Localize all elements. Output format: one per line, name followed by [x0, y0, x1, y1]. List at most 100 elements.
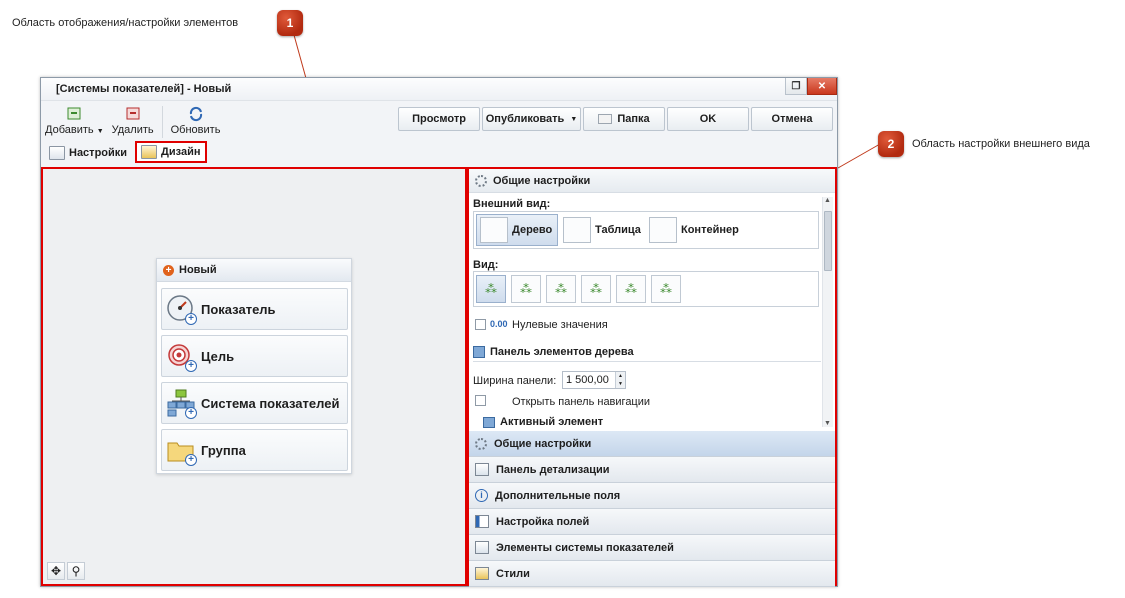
- main-window: [Системы показателей] - Новый ❐ ✕ Добави…: [40, 77, 838, 587]
- publish-button[interactable]: Опубликовать ▼: [482, 107, 581, 131]
- view-label: Вид:: [473, 259, 499, 271]
- accordion-extra-fields-label: Дополнительные поля: [495, 489, 621, 502]
- tab-bar: Настройки Дизайн: [41, 141, 837, 163]
- panel-width-stepper[interactable]: ▲ ▼: [615, 372, 625, 388]
- tree-right-icon: ⁂: [590, 282, 602, 296]
- new-scorecard-button[interactable]: + Система показателей: [161, 382, 348, 424]
- window-title: [Системы показателей] - Новый: [56, 83, 232, 95]
- accordion-styles[interactable]: Стили: [469, 561, 835, 587]
- layout-tree-up-button[interactable]: ⁂: [511, 275, 541, 303]
- zero-values-icon: 0.00: [490, 319, 508, 329]
- tree-left-icon: ⁂: [555, 282, 567, 296]
- zero-values-label: Нулевые значения: [512, 319, 608, 331]
- accordion-general-settings-label: Общие настройки: [494, 437, 592, 450]
- accordion-detail-panel[interactable]: Панель детализации: [469, 457, 835, 483]
- new-icon: +: [163, 264, 174, 276]
- publish-dropdown-icon: ▼: [570, 115, 578, 123]
- settings-scrollbar[interactable]: ▲ ▼: [822, 197, 833, 427]
- appearance-label: Внешний вид:: [473, 198, 551, 210]
- list-icon: [475, 541, 489, 554]
- open-nav-checkbox[interactable]: [475, 395, 486, 406]
- move-icon[interactable]: ✥: [47, 562, 65, 580]
- restore-button[interactable]: ❐: [785, 78, 807, 95]
- delete-label: Удалить: [111, 124, 154, 136]
- appearance-table-label: Таблица: [595, 224, 641, 236]
- new-group-button[interactable]: + Группа: [161, 429, 348, 471]
- zoom-icon[interactable]: ⚲: [67, 562, 85, 580]
- plus-badge-icon: +: [185, 407, 197, 419]
- spin-down-icon[interactable]: ▼: [616, 380, 625, 388]
- gear-icon: [475, 437, 487, 450]
- accordion-detail-panel-label: Панель детализации: [496, 463, 610, 476]
- appearance-settings-area: Общие настройки Внешний вид: Дерево Табл…: [467, 167, 837, 587]
- tab-design-label: Дизайн: [161, 146, 201, 158]
- appearance-container-label: Контейнер: [681, 224, 739, 236]
- tree-horizontal-icon: ⁂: [625, 282, 637, 296]
- tree-panel-header[interactable]: Панель элементов дерева: [473, 342, 821, 362]
- info-icon: i: [475, 489, 488, 502]
- appearance-container-option[interactable]: Контейнер: [646, 214, 742, 246]
- ok-button[interactable]: OK: [667, 107, 749, 131]
- layout-tree-horizontal-button[interactable]: ⁂: [616, 275, 646, 303]
- delete-icon: [125, 106, 141, 122]
- display-area[interactable]: + Новый + Показатель + Цель + Система по…: [41, 167, 467, 586]
- delete-button[interactable]: Удалить: [108, 106, 158, 136]
- appearance-options: Дерево Таблица Контейнер: [473, 211, 819, 249]
- appearance-tree-label: Дерево: [512, 224, 553, 236]
- table-view-icon: [563, 217, 591, 243]
- design-tab-icon: [141, 145, 158, 159]
- tab-settings[interactable]: Настройки: [45, 143, 131, 163]
- refresh-icon: [188, 106, 204, 122]
- gauge-icon: +: [167, 295, 197, 325]
- active-element-title: Активный элемент: [500, 416, 604, 428]
- tree-up-icon: ⁂: [520, 282, 532, 296]
- add-dropdown-icon[interactable]: ▼: [97, 128, 104, 135]
- new-target-button[interactable]: + Цель: [161, 335, 348, 377]
- accordion-fields-setup[interactable]: Настройка полей: [469, 509, 835, 535]
- panel-width-value: 1 500,00: [566, 374, 609, 386]
- layout-tree-down-button[interactable]: ⁂: [476, 275, 506, 303]
- container-view-icon: [649, 217, 677, 243]
- add-icon: [66, 106, 82, 122]
- active-element-header[interactable]: Активный элемент: [483, 414, 607, 430]
- general-settings-title: Общие настройки: [493, 174, 591, 187]
- active-element-icon: [483, 416, 495, 428]
- tab-design[interactable]: Дизайн: [135, 141, 207, 163]
- tree-panel-icon: [473, 345, 485, 358]
- cancel-button[interactable]: Отмена: [751, 107, 833, 131]
- canvas-tools: ✥ ⚲: [47, 562, 85, 580]
- appearance-tree-option[interactable]: Дерево: [476, 214, 558, 246]
- close-button[interactable]: ✕: [807, 78, 837, 95]
- folder-button[interactable]: Папка: [583, 107, 665, 131]
- preview-button[interactable]: Просмотр: [398, 107, 480, 131]
- zero-values-checkbox[interactable]: [475, 319, 486, 330]
- add-button[interactable]: Добавить ▼: [41, 106, 108, 136]
- new-group-label: Группа: [201, 442, 246, 458]
- plus-badge-icon: +: [185, 360, 197, 372]
- panel-width-input[interactable]: 1 500,00 ▲ ▼: [562, 371, 626, 389]
- tab-settings-label: Настройки: [69, 147, 128, 159]
- general-settings-header[interactable]: Общие настройки: [469, 169, 835, 193]
- spin-up-icon[interactable]: ▲: [616, 372, 625, 380]
- appearance-table-option[interactable]: Таблица: [560, 214, 644, 246]
- settings-accordion: Общие настройки Панель детализации i Доп…: [469, 431, 835, 587]
- accordion-extra-fields[interactable]: i Дополнительные поля: [469, 483, 835, 509]
- callout-2-marker: 2: [878, 131, 904, 157]
- new-indicator-button[interactable]: + Показатель: [161, 288, 348, 330]
- accordion-styles-label: Стили: [496, 567, 530, 580]
- new-element-panel: + Новый + Показатель + Цель + Система по…: [156, 258, 352, 474]
- scroll-up-icon[interactable]: ▲: [824, 197, 831, 204]
- refresh-label: Обновить: [170, 124, 221, 136]
- fields-icon: [475, 515, 489, 528]
- accordion-general-settings[interactable]: Общие настройки: [469, 431, 835, 457]
- accordion-fields-setup-label: Настройка полей: [496, 515, 590, 528]
- new-scorecard-label: Система показателей: [201, 395, 340, 411]
- tree-panel-title: Панель элементов дерева: [490, 345, 634, 358]
- accordion-scorecard-elements[interactable]: Элементы системы показателей: [469, 535, 835, 561]
- layout-tree-right-button[interactable]: ⁂: [581, 275, 611, 303]
- layout-tree-vertical-button[interactable]: ⁂: [651, 275, 681, 303]
- scroll-down-icon[interactable]: ▼: [824, 420, 831, 427]
- refresh-button[interactable]: Обновить: [167, 106, 225, 136]
- layout-tree-left-button[interactable]: ⁂: [546, 275, 576, 303]
- scroll-thumb[interactable]: [824, 211, 832, 271]
